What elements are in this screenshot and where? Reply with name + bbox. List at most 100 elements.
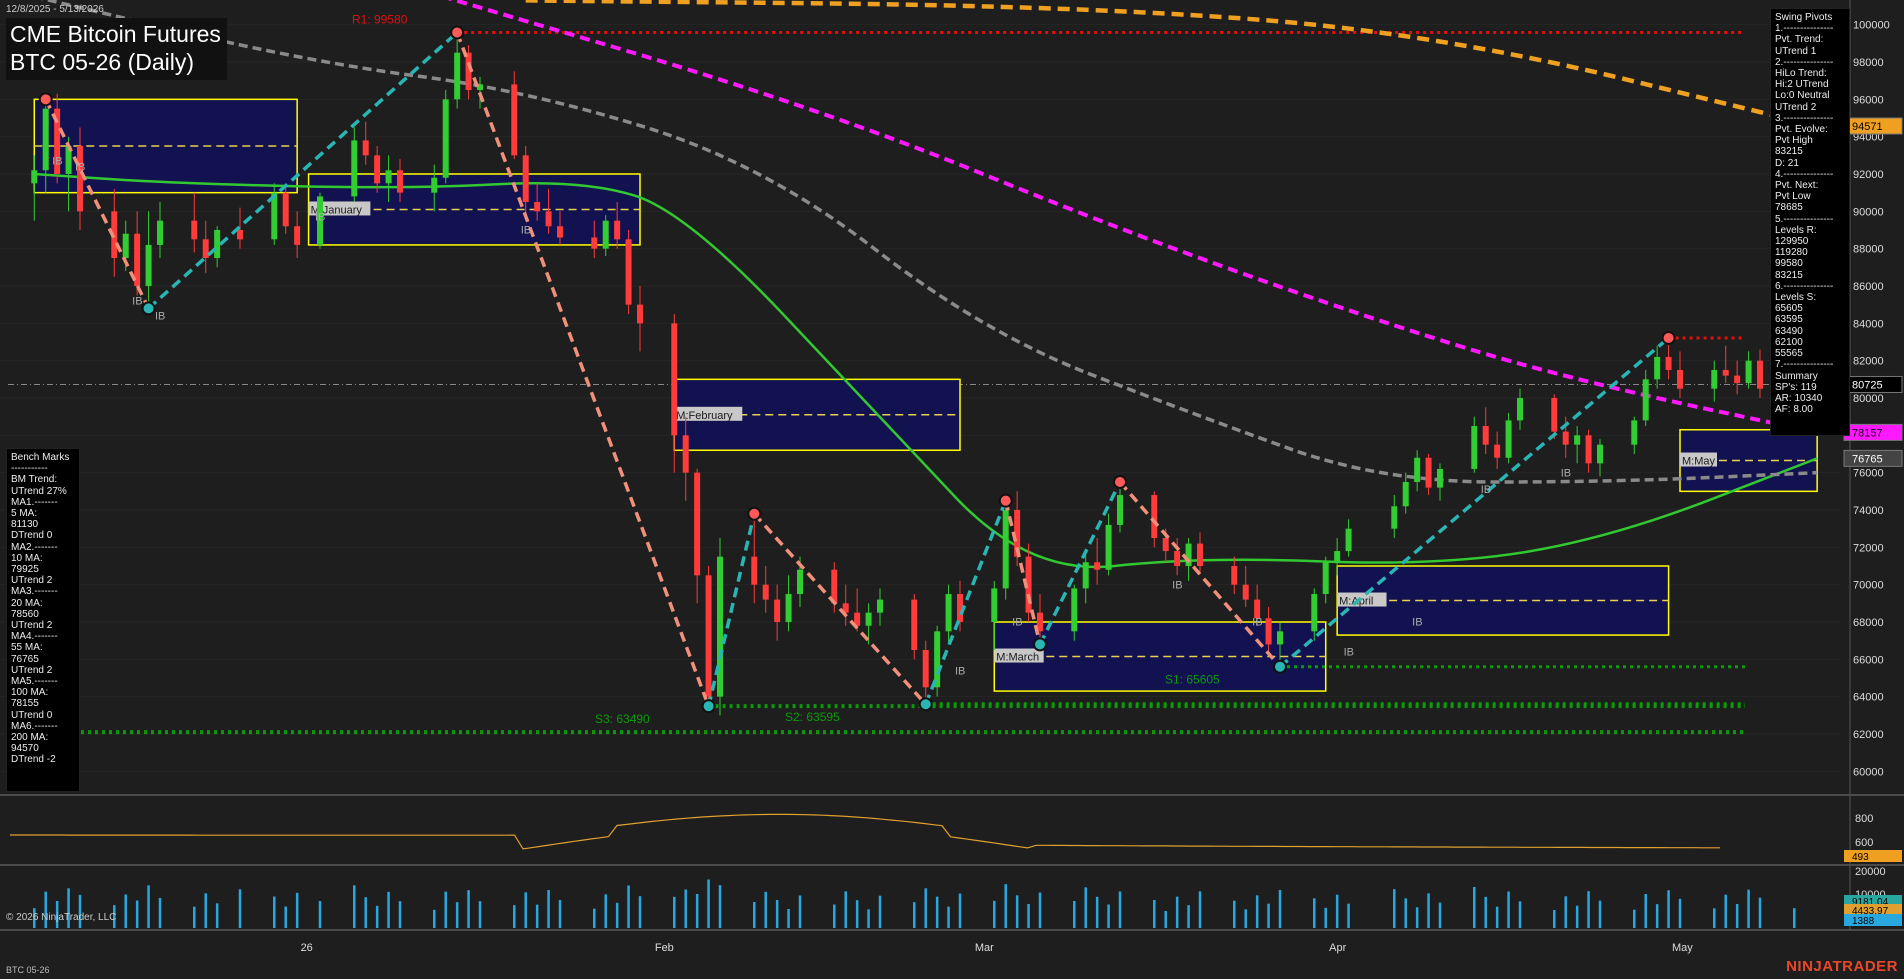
panel-line: 83215 — [1775, 146, 1803, 158]
swing-pivots-panel: Swing Pivots 1.--------------- Pvt. Trend:… — [1770, 8, 1850, 436]
ib-marker: IB — [1172, 579, 1182, 591]
panel-line: AR: 10340 — [1775, 392, 1823, 404]
date-range: 12/8/2025 - 5/13/2026 — [6, 4, 104, 15]
panel-line: 62100 — [1775, 336, 1803, 348]
candle-body — [911, 599, 918, 650]
candle-body — [1277, 631, 1283, 645]
panel-line: MA6.------- — [11, 720, 58, 732]
panel-line: UTrend 2 — [11, 575, 53, 587]
price-tick-label: 100000 — [1853, 20, 1890, 32]
candle-body — [1094, 562, 1101, 570]
ib-marker: IB — [1252, 617, 1262, 629]
candle-body — [1711, 370, 1718, 389]
ib-marker: IB — [52, 156, 62, 168]
panel-line: 78155 — [11, 698, 39, 710]
candle-body — [1174, 551, 1181, 566]
panel-line: Lo:0 Neutral — [1775, 90, 1830, 102]
candle-body — [1002, 510, 1009, 589]
copyright: © 2026 NinjaTrader, LLC — [6, 912, 117, 923]
candle-body — [42, 108, 49, 171]
candle-body — [1254, 599, 1261, 619]
candle-body — [625, 239, 632, 305]
candle-body — [1574, 435, 1581, 445]
candle-body — [1745, 360, 1752, 384]
candle-body — [557, 226, 563, 238]
candle-body — [1151, 495, 1158, 538]
panel-line: DTrend 0 — [11, 530, 53, 542]
panel-line: Levels S: — [1775, 292, 1817, 304]
level-label: S1: 65605 — [1165, 673, 1220, 687]
price-tick-label: 92000 — [1853, 169, 1884, 181]
candle-body — [1665, 356, 1672, 370]
panel-line: Summary — [1775, 370, 1818, 382]
chart-title: CME Bitcoin Futures — [10, 21, 221, 47]
panel-line: 119280 — [1775, 247, 1808, 259]
panel-line: 81130 — [11, 519, 39, 531]
candle-body — [511, 84, 518, 156]
price-tag: 80725 — [1852, 379, 1883, 391]
panel-line: UTrend 2 — [1775, 101, 1817, 113]
panel-line: UTrend 1 — [1775, 45, 1817, 57]
candle-body — [1197, 543, 1203, 566]
ib-marker: IB — [955, 665, 965, 677]
candle-body — [157, 220, 163, 245]
swing-pivot-marker — [918, 697, 933, 712]
ib-marker: IB — [1344, 647, 1354, 659]
panel-line: 5.--------------- — [1775, 213, 1834, 225]
candle-body — [1494, 444, 1501, 458]
panel-line: MA4.------- — [11, 631, 58, 643]
candle-body — [522, 155, 529, 202]
candle-body — [1117, 495, 1123, 525]
panel-line: 78685 — [1775, 202, 1803, 214]
candle — [717, 538, 723, 716]
candle-body — [237, 230, 243, 240]
swing-pivot-marker — [1273, 659, 1287, 674]
price-tick-label: 64000 — [1853, 692, 1884, 704]
swing-pivot-marker — [747, 506, 762, 521]
ib-marker: IB — [315, 212, 325, 224]
benchmarks-panel: Bench Marks ----------- BM Trend: UTrend 27… — [6, 448, 80, 792]
panel-line: 129950 — [1775, 236, 1809, 248]
panel-tick-label: 800 — [1855, 813, 1873, 825]
candle — [1505, 412, 1512, 464]
candle-body — [1631, 420, 1638, 445]
price-tick-label: 60000 — [1853, 766, 1884, 778]
panel-line: SP's: 119 — [1775, 381, 1817, 393]
candle-body — [1162, 538, 1169, 552]
panel-line: AF: 8.00 — [1775, 404, 1813, 416]
panel-line: 78560 — [11, 608, 39, 620]
time-tick-label: Apr — [1329, 942, 1346, 954]
panel-line: Hi:2 UTrend — [1775, 79, 1829, 91]
panel-line: 2.--------------- — [1775, 56, 1834, 68]
price-tick-label: 62000 — [1853, 729, 1884, 741]
panel-line: Pvt. Trend: — [1775, 34, 1824, 46]
price-tick-label: 86000 — [1853, 281, 1884, 293]
level-label: R1: 99580 — [352, 13, 408, 27]
panel-line: 4.--------------- — [1775, 168, 1834, 180]
candle-body — [1071, 588, 1078, 632]
candle-body — [1517, 398, 1523, 421]
swing-pivot-marker — [1113, 475, 1127, 489]
price-chart[interactable]: M:JanuaryM:FebruaryM:MarchM:AprilM:May R… — [0, 0, 1904, 979]
candle-body — [1734, 375, 1741, 384]
ib-marker: IB — [1412, 617, 1422, 629]
swing-pivot-marker — [701, 699, 716, 714]
candle-body — [1414, 457, 1421, 482]
ib-box-label: M:May — [1682, 456, 1716, 468]
candle-body — [682, 435, 689, 473]
panel-line: 94570 — [11, 743, 39, 755]
candle-body — [1391, 506, 1398, 529]
candle-body — [282, 192, 289, 227]
chart-title-box: CME Bitcoin Futures BTC 05-26 (Daily) — [6, 18, 227, 80]
time-tick-label: Mar — [975, 942, 994, 954]
panel-line: 1.--------------- — [1775, 23, 1834, 35]
panel-line: 7.--------------- — [1775, 359, 1834, 371]
panel-line: D: 21 — [1775, 157, 1799, 169]
candle-body — [671, 323, 678, 436]
ib-box — [1336, 565, 1670, 636]
candle-body — [774, 599, 781, 622]
ib-box-label: M:February — [676, 410, 733, 422]
panel-line: 6.--------------- — [1775, 280, 1834, 292]
swing-pivot-marker — [1661, 330, 1676, 345]
ib-marker: IB — [1561, 467, 1571, 479]
